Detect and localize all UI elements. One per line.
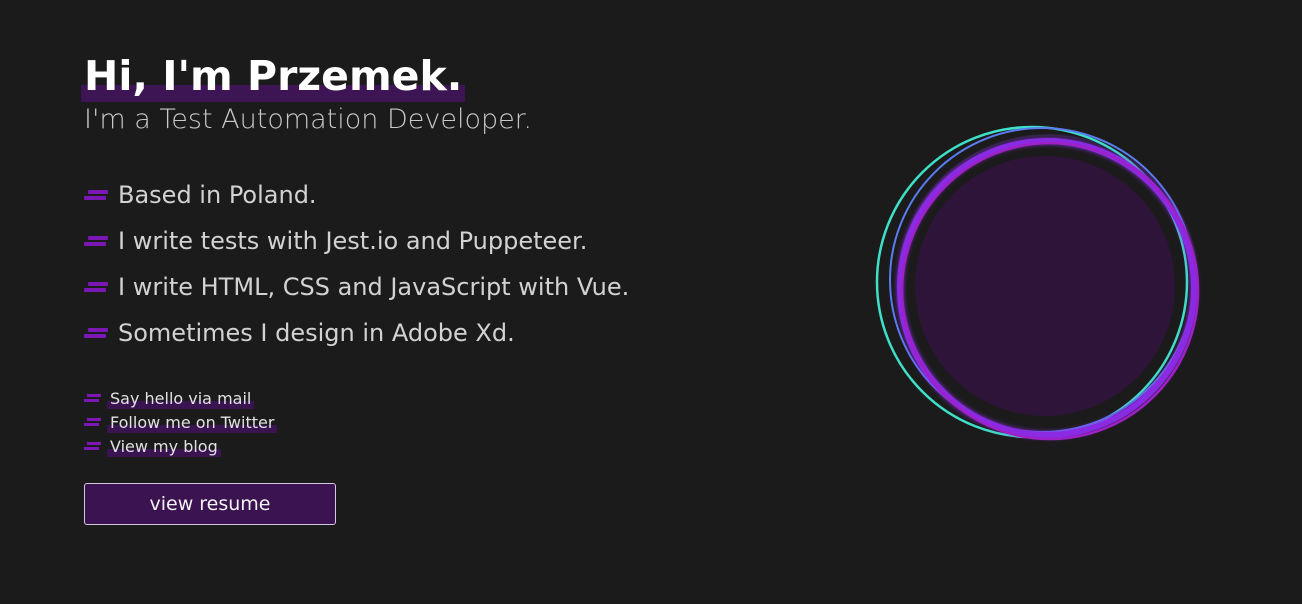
fact-text: I write tests with Jest.io and Puppeteer… — [118, 227, 588, 255]
greeting-text: Hi, I'm Przemek. — [84, 52, 463, 100]
list-item: Based in Poland. — [84, 172, 784, 218]
dash-bullet-icon — [84, 442, 101, 450]
mail-link[interactable]: Say hello via mail — [107, 389, 255, 409]
avatar-ring-graphic — [875, 125, 1200, 441]
list-item: I write HTML, CSS and JavaScript with Vu… — [84, 264, 784, 310]
avatar-fill — [915, 156, 1175, 416]
dash-bullet-icon — [84, 281, 108, 293]
fact-text: I write HTML, CSS and JavaScript with Vu… — [118, 273, 630, 301]
dash-bullet-icon — [84, 394, 101, 402]
dash-bullet-icon — [84, 418, 101, 426]
view-resume-button[interactable]: view resume — [84, 483, 336, 525]
role-subtitle: I'm a Test Automation Developer. — [84, 104, 532, 135]
facts-list: Based in Poland. I write tests with Jest… — [84, 172, 784, 356]
contact-links: Say hello via mail Follow me on Twitter … — [84, 386, 784, 458]
page-title: Hi, I'm Przemek. — [81, 50, 466, 102]
link-item-twitter: Follow me on Twitter — [84, 410, 784, 434]
blog-link[interactable]: View my blog — [107, 437, 221, 457]
link-item-blog: View my blog — [84, 434, 784, 458]
dash-bullet-icon — [84, 235, 108, 247]
fact-text: Sometimes I design in Adobe Xd. — [118, 319, 515, 347]
twitter-link[interactable]: Follow me on Twitter — [107, 413, 278, 433]
list-item: I write tests with Jest.io and Puppeteer… — [84, 218, 784, 264]
hero-section: Hi, I'm Przemek. I'm a Test Automation D… — [81, 50, 784, 458]
dash-bullet-icon — [84, 189, 108, 201]
dash-bullet-icon — [84, 327, 108, 339]
list-item: Sometimes I design in Adobe Xd. — [84, 310, 784, 356]
avatar — [862, 110, 1212, 460]
fact-text: Based in Poland. — [118, 181, 317, 209]
link-item-mail: Say hello via mail — [84, 386, 784, 410]
